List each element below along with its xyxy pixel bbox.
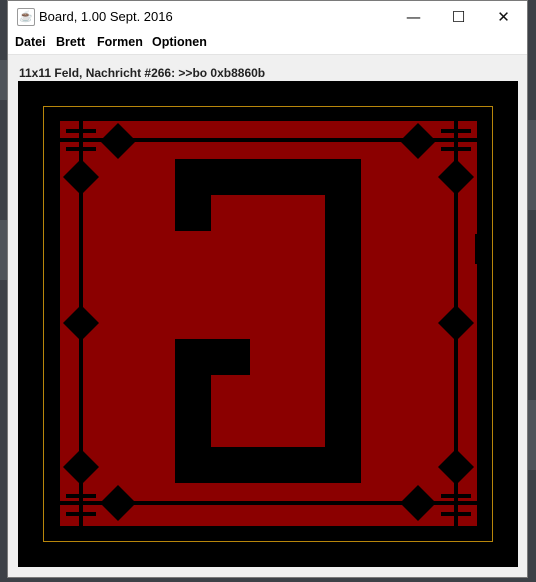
menu-brett[interactable]: Brett (56, 35, 85, 49)
game-board[interactable] (18, 81, 518, 567)
close-icon: ✕ (497, 7, 510, 26)
board-window: ☕ Board, 1.00 Sept. 2016 — ☐ ✕ Datei Bre… (7, 0, 528, 578)
menu-optionen[interactable]: Optionen (152, 35, 207, 49)
edge-notch (475, 234, 480, 264)
menu-formen[interactable]: Formen (97, 35, 143, 49)
minimize-button[interactable]: — (391, 1, 436, 32)
menu-bar: Datei Brett Formen Optionen (8, 32, 527, 55)
board-canvas[interactable] (18, 81, 518, 567)
menu-datei[interactable]: Datei (15, 35, 46, 49)
close-button[interactable]: ✕ (481, 1, 526, 32)
window-title: Board, 1.00 Sept. 2016 (39, 9, 173, 24)
status-message: 11x11 Feld, Nachricht #266: >>bo 0xb8860… (19, 66, 266, 80)
maximize-button[interactable]: ☐ (436, 1, 481, 32)
maximize-icon: ☐ (451, 7, 466, 26)
minimize-icon: — (406, 7, 421, 26)
title-bar[interactable]: ☕ Board, 1.00 Sept. 2016 — ☐ ✕ (8, 1, 527, 32)
java-cup-icon[interactable]: ☕ (17, 8, 35, 26)
